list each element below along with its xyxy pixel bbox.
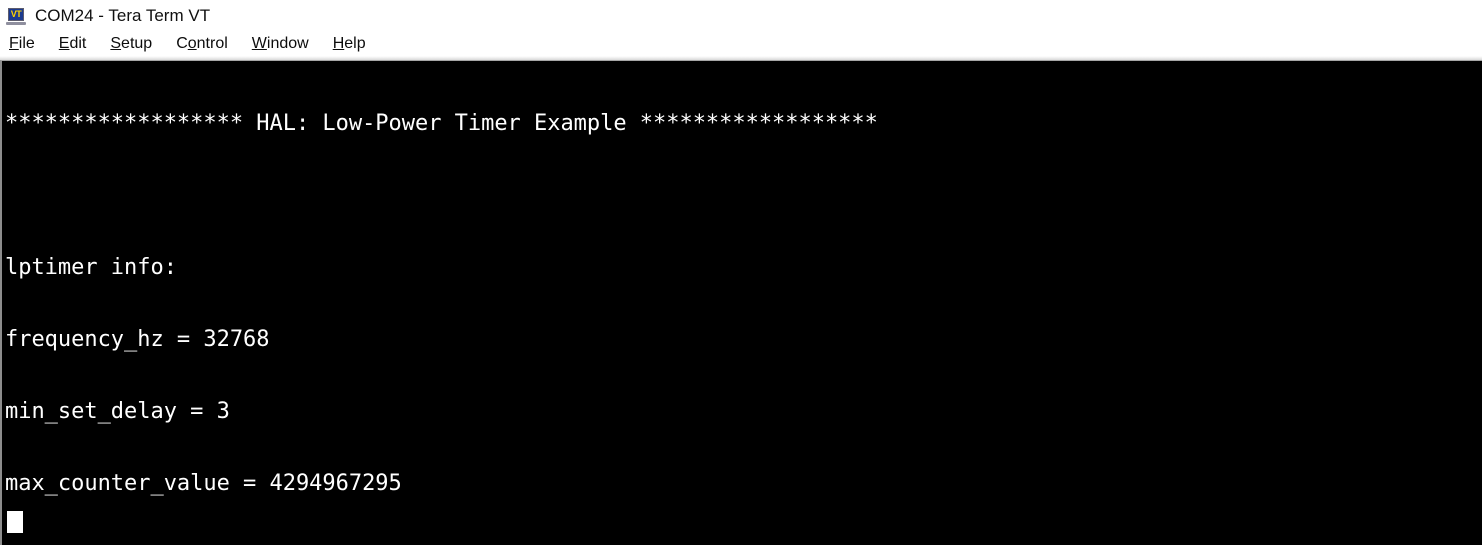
menu-control-before: C: [176, 34, 188, 52]
menu-bar: File Edit Setup Control Window Help: [0, 31, 1482, 56]
menu-item-help[interactable]: Help: [333, 34, 366, 54]
menu-file-accel: F: [9, 34, 19, 52]
terminal-vt-icon: VT: [6, 6, 26, 26]
terminal-output[interactable]: ****************** HAL: Low-Power Timer …: [2, 61, 1482, 545]
menu-file-after: ile: [18, 34, 35, 52]
menu-control-after: ntrol: [196, 34, 228, 52]
terminal-line: min_set_delay = 3: [5, 399, 230, 424]
menu-setup-after: etup: [121, 34, 153, 52]
menu-item-setup[interactable]: Setup: [110, 34, 152, 54]
menu-help-after: elp: [344, 34, 366, 52]
terminal-line: lptimer info:: [5, 255, 177, 280]
icon-base-shape: [6, 22, 26, 25]
menu-item-window[interactable]: Window: [252, 34, 309, 54]
icon-vt-label: VT: [10, 9, 22, 19]
menu-control-accel: o: [187, 34, 197, 52]
menu-window-accel: W: [251, 34, 267, 52]
title-bar: VT COM24 - Tera Term VT: [0, 0, 1482, 31]
menu-setup-accel: S: [110, 34, 122, 52]
terminal-area[interactable]: ****************** HAL: Low-Power Timer …: [0, 60, 1482, 545]
terminal-line: max_counter_value = 4294967295: [5, 471, 402, 496]
terminal-line: frequency_hz = 32768: [5, 327, 270, 352]
menu-window-after: indow: [266, 34, 309, 52]
tera-term-window: VT COM24 - Tera Term VT File Edit Setup …: [0, 0, 1482, 545]
menu-help-accel: H: [332, 34, 345, 52]
menu-edit-after: dit: [69, 34, 87, 52]
menu-item-edit[interactable]: Edit: [59, 34, 87, 54]
window-title: COM24 - Tera Term VT: [35, 5, 211, 25]
terminal-cursor: [7, 511, 23, 533]
terminal-line: ****************** HAL: Low-Power Timer …: [5, 111, 878, 136]
menu-item-control[interactable]: Control: [176, 34, 228, 54]
menu-edit-accel: E: [58, 34, 70, 52]
menu-item-file[interactable]: File: [9, 34, 35, 54]
